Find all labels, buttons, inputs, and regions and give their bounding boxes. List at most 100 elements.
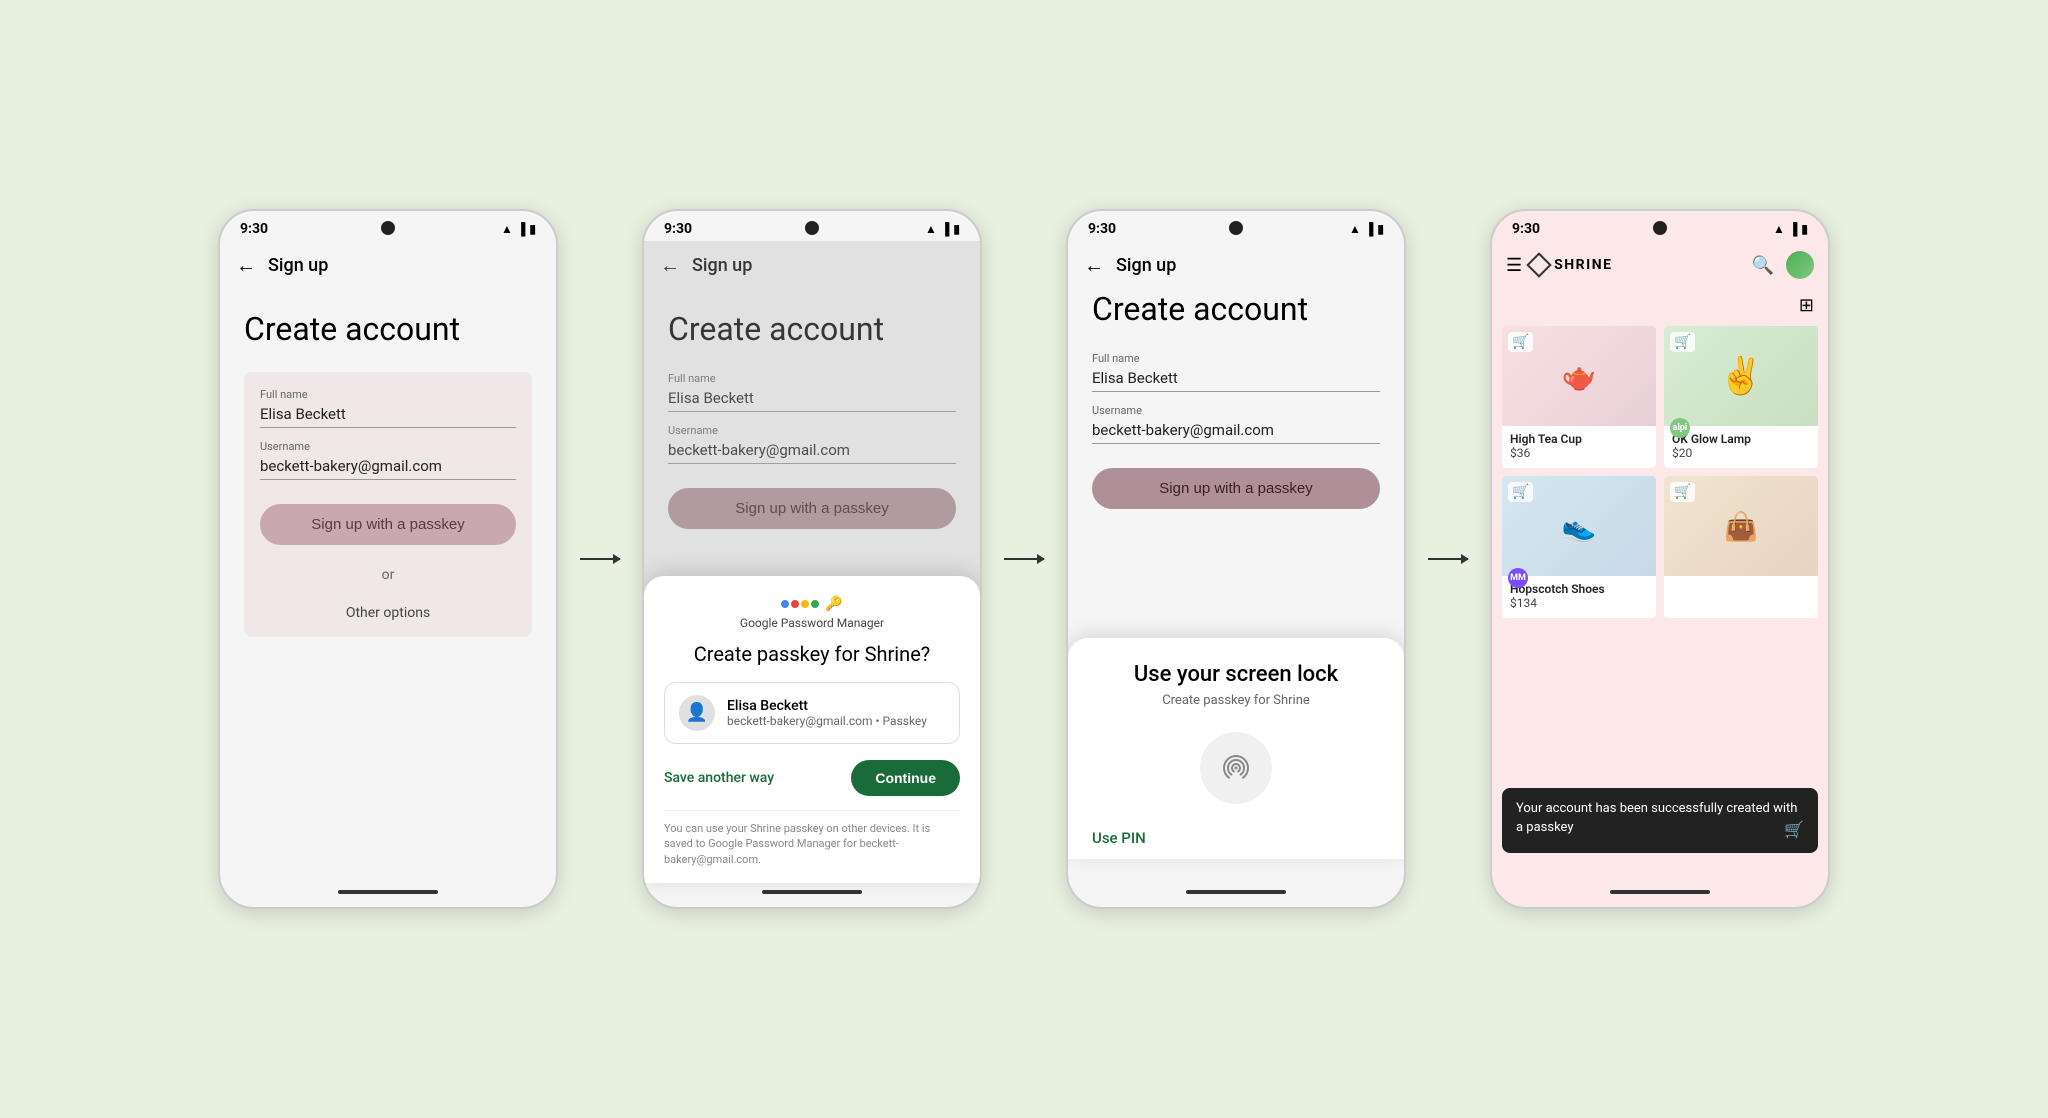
form-fields-3: Full name Elisa Beckett Username beckett… xyxy=(1092,352,1380,509)
form-fields-1: Full name Elisa Beckett Username beckett… xyxy=(244,372,532,637)
home-bar-4 xyxy=(1492,883,1828,907)
screen1-content: ← Sign up Create account Full name Elisa… xyxy=(220,241,556,883)
wifi-icon-2: ▲ xyxy=(925,222,937,236)
search-icon[interactable]: 🔍 xyxy=(1752,255,1774,276)
camera-dot-2 xyxy=(805,221,819,235)
home-bar-1 xyxy=(220,883,556,907)
screen3-form-area: Create account Full name Elisa Beckett U… xyxy=(1068,290,1404,689)
signal-icon-2: ▐ xyxy=(941,222,950,236)
shrine-bar-right: 🔍 xyxy=(1752,251,1814,279)
filter-icon[interactable]: ⊞ xyxy=(1799,295,1814,316)
status-icons-3: ▲ ▐ ▮ xyxy=(1349,222,1384,236)
cart-icon-toast: 🛒 xyxy=(1784,819,1804,841)
username-value-1[interactable]: beckett-bakery@gmail.com xyxy=(260,457,516,480)
product-info-0: High Tea Cup $36 xyxy=(1502,426,1656,468)
status-bar-4: 9:30 ▲ ▐ ▮ xyxy=(1492,211,1828,241)
screen-lock-sheet: Use your screen lock Create passkey for … xyxy=(1068,638,1404,859)
product-card-1[interactable]: ✌️ 🛒 alpi OK Glow Lamp $20 xyxy=(1664,326,1818,468)
status-time-2: 9:30 xyxy=(664,221,692,237)
arrow-2 xyxy=(1000,558,1048,560)
google-pm-header: 🔑 Google Password Manager xyxy=(664,596,960,630)
full-name-value-1[interactable]: Elisa Beckett xyxy=(260,405,516,428)
back-button-1[interactable]: ← xyxy=(236,253,256,278)
shrine-diamond-icon xyxy=(1526,252,1551,277)
status-icons-4: ▲ ▐ ▮ xyxy=(1773,222,1808,236)
fingerprint-icon xyxy=(1200,732,1272,804)
cart-icon-3: 🛒 xyxy=(1670,482,1695,502)
username-label-3: Username xyxy=(1092,404,1380,417)
product-card-0[interactable]: 🫖 🛒 High Tea Cup $36 xyxy=(1502,326,1656,468)
user-card: 👤 Elisa Beckett beckett-bakery@gmail.com… xyxy=(664,682,960,744)
use-pin-link[interactable]: Use PIN xyxy=(1092,817,1146,859)
toast-notification: Your account has been successfully creat… xyxy=(1502,788,1818,853)
google-pm-title: Google Password Manager xyxy=(740,616,884,630)
home-indicator-2 xyxy=(762,890,862,894)
shrine-menu-icon[interactable]: ☰ xyxy=(1506,255,1522,276)
cart-icon-0: 🛒 xyxy=(1508,332,1533,352)
user-card-name: Elisa Beckett xyxy=(727,698,945,714)
create-account-section-1: Create account Full name Elisa Beckett U… xyxy=(220,290,556,883)
product-card-2[interactable]: 👟 🛒 MM Hopscotch Shoes $134 xyxy=(1502,476,1656,618)
wifi-icon-4: ▲ xyxy=(1773,222,1785,236)
passkey-button-3[interactable]: Sign up with a passkey xyxy=(1092,468,1380,509)
signal-icon: ▐ xyxy=(517,222,526,236)
passkey-button-1[interactable]: Sign up with a passkey xyxy=(260,504,516,545)
battery-icon: ▮ xyxy=(529,222,536,236)
shrine-app-bar: ☰ SHRINE 🔍 xyxy=(1492,241,1828,289)
sheet-divider xyxy=(664,810,960,811)
other-options-link-1[interactable]: Other options xyxy=(260,605,516,621)
user-info: Elisa Beckett beckett-bakery@gmail.com •… xyxy=(727,698,945,728)
brand-badge-2: MM xyxy=(1508,568,1528,588)
save-another-way-link[interactable]: Save another way xyxy=(664,770,774,786)
arrow-line-1 xyxy=(580,558,620,560)
key-icon: 🔑 xyxy=(825,596,842,612)
screen-lock-subtitle: Create passkey for Shrine xyxy=(1092,693,1380,708)
status-bar-3: 9:30 ▲ ▐ ▮ xyxy=(1068,211,1404,241)
sheet-footer-text: You can use your Shrine passkey on other… xyxy=(664,821,960,867)
or-text-1: or xyxy=(260,567,516,583)
status-icons-2: ▲ ▐ ▮ xyxy=(925,222,960,236)
username-value-3[interactable]: beckett-bakery@gmail.com xyxy=(1092,421,1380,444)
shrine-grid-container: 🫖 🛒 High Tea Cup $36 ✌️ 🛒 alpi OK Glow L… xyxy=(1492,322,1828,883)
cart-icon-1: 🛒 xyxy=(1670,332,1695,352)
arrow-1 xyxy=(576,558,624,560)
create-account-title-1: Create account xyxy=(244,310,532,348)
sheet-actions: Save another way Continue xyxy=(664,760,960,796)
user-avatar-4[interactable] xyxy=(1786,251,1814,279)
screen4-phone: 9:30 ▲ ▐ ▮ ☰ SHRINE 🔍 ⊞ xyxy=(1490,209,1830,909)
full-name-value-3[interactable]: Elisa Beckett xyxy=(1092,369,1380,392)
status-time-3: 9:30 xyxy=(1088,221,1116,237)
home-indicator-1 xyxy=(338,890,438,894)
back-button-3[interactable]: ← xyxy=(1084,253,1104,278)
product-name-1: OK Glow Lamp xyxy=(1672,432,1810,446)
user-card-sub: beckett-bakery@gmail.com • Passkey xyxy=(727,714,945,728)
cart-icon-2: 🛒 xyxy=(1508,482,1533,502)
screen3-phone: 9:30 ▲ ▐ ▮ ← Sign up Create account Full… xyxy=(1066,209,1406,909)
status-bar-2: 9:30 ▲ ▐ ▮ xyxy=(644,211,980,241)
g-red xyxy=(791,600,799,608)
app-bar-3: ← Sign up xyxy=(1068,241,1404,290)
screen-lock-title: Use your screen lock xyxy=(1092,662,1380,687)
status-icons-1: ▲ ▐ ▮ xyxy=(501,222,536,236)
product-grid: 🫖 🛒 High Tea Cup $36 ✌️ 🛒 alpi OK Glow L… xyxy=(1492,322,1828,622)
full-name-label-1: Full name xyxy=(260,388,516,401)
bottom-sheet-2: 🔑 Google Password Manager Create passkey… xyxy=(644,576,980,883)
signal-icon-3: ▐ xyxy=(1365,222,1374,236)
screens-flow: 9:30 ▲ ▐ ▮ ← Sign up Create account Full… xyxy=(218,209,1830,909)
continue-button[interactable]: Continue xyxy=(851,760,960,796)
product-card-3[interactable]: 👜 🛒 xyxy=(1664,476,1818,618)
app-bar-title-1: Sign up xyxy=(268,255,328,276)
status-bar-1: 9:30 ▲ ▐ ▮ xyxy=(220,211,556,241)
camera-dot-3 xyxy=(1229,221,1243,235)
battery-icon-2: ▮ xyxy=(953,222,960,236)
arrow-line-3 xyxy=(1428,558,1468,560)
home-bar-3 xyxy=(1068,883,1404,907)
wifi-icon-3: ▲ xyxy=(1349,222,1361,236)
camera-dot-4 xyxy=(1653,221,1667,235)
username-field-3: Username beckett-bakery@gmail.com xyxy=(1092,404,1380,444)
home-indicator-4 xyxy=(1610,890,1710,894)
product-price-0: $36 xyxy=(1510,446,1648,460)
user-avatar: 👤 xyxy=(679,695,715,731)
screen3-content: ← Sign up Create account Full name Elisa… xyxy=(1068,241,1404,883)
arrow-3 xyxy=(1424,558,1472,560)
